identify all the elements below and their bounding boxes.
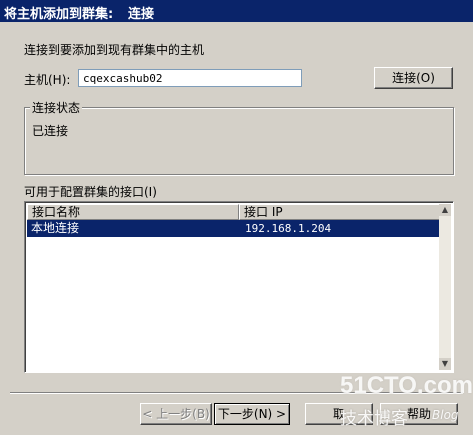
scroll-down-icon[interactable]: ▼ — [439, 358, 451, 370]
watermark-blog: Blog — [432, 408, 459, 422]
table-row[interactable]: 本地连接 192.168.1.204 — [27, 220, 441, 237]
wizard-step-title: 连接 — [128, 7, 155, 22]
intro-text: 连接到要添加到现有群集中的主机 — [24, 43, 205, 57]
scroll-up-icon[interactable]: ▲ — [439, 204, 451, 216]
connection-status-text: 已连接 — [32, 124, 69, 138]
next-button[interactable]: 下一步(N) > — [214, 403, 290, 425]
host-label: 主机(H): — [24, 73, 71, 87]
wizard-title: 将主机添加到群集: — [4, 7, 114, 22]
interface-name-cell: 本地连接 — [31, 221, 80, 235]
connect-button[interactable]: 连接(O) — [374, 67, 453, 89]
connection-status-legend: 连接状态 — [30, 99, 83, 116]
back-button[interactable]: < 上一步(B) — [140, 403, 212, 425]
column-header-interface-ip[interactable]: 接口 IP — [239, 204, 441, 220]
interfaces-label: 可用于配置群集的接口(I) — [24, 185, 157, 199]
interfaces-list[interactable]: 接口名称 接口 IP 本地连接 192.168.1.204 ▲ ▼ — [24, 201, 454, 373]
connection-status-group — [24, 107, 454, 175]
list-header: 接口名称 接口 IP — [27, 204, 453, 220]
watermark-site: 51CTO.com — [340, 372, 473, 399]
wizard-header: 将主机添加到群集: 连接 — [0, 0, 473, 22]
host-input[interactable]: cqexcashub02 — [78, 69, 302, 87]
column-header-interface-name[interactable]: 接口名称 — [27, 204, 239, 220]
watermark-subtitle: 技术博客 — [340, 409, 408, 429]
vertical-scrollbar[interactable]: ▲ ▼ — [439, 204, 451, 370]
interface-ip-cell: 192.168.1.204 — [245, 222, 332, 235]
